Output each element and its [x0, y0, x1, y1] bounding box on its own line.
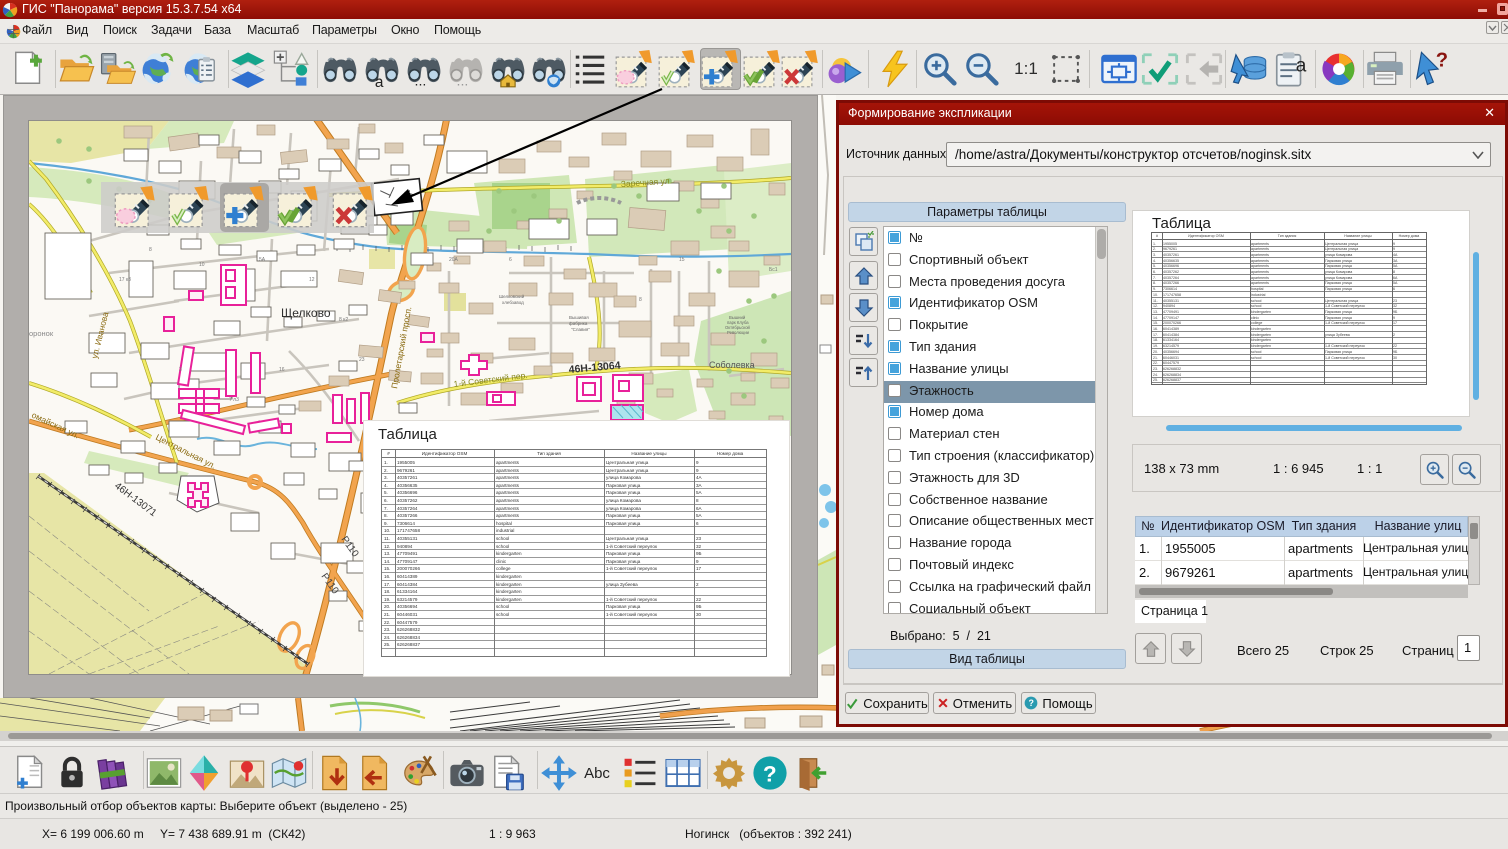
svg-text:"Славия": "Славия" [571, 327, 590, 332]
svg-text:17 к3: 17 к3 [119, 277, 131, 283]
svg-text:Бс1: Бс1 [769, 267, 778, 273]
svg-text:Вышивая: Вышивая [569, 315, 589, 320]
svg-text:фабрика: фабрика [569, 321, 588, 326]
svg-text:8: 8 [149, 247, 152, 253]
svg-text:7 л3: 7 л3 [229, 397, 239, 403]
svg-text:8 к2: 8 к2 [339, 317, 348, 323]
svg-text:?: ? [763, 761, 777, 786]
svg-text:8: 8 [639, 297, 642, 303]
svg-text:15: 15 [679, 257, 685, 263]
svg-text:Соболевка: Соболевка [709, 360, 755, 370]
svg-text:Щелково: Щелково [281, 306, 331, 320]
svg-text:a: a [1296, 55, 1307, 76]
svg-text:?: ? [1029, 698, 1034, 708]
svg-text:12: 12 [309, 277, 315, 283]
svg-text:23: 23 [359, 357, 365, 363]
svg-text:Революции: Революции [727, 330, 750, 335]
svg-text:оронок: оронок [29, 329, 54, 338]
svg-text:5А: 5А [259, 257, 266, 263]
svg-text:Шелковский: Шелковский [499, 293, 525, 299]
svg-text:?: ? [1436, 50, 1448, 72]
svg-text:16: 16 [279, 367, 285, 373]
svg-text:10: 10 [199, 262, 205, 268]
svg-text:3: 3 [179, 367, 182, 373]
svg-text:20А: 20А [449, 257, 459, 263]
svg-text:хлебзавод: хлебзавод [502, 300, 524, 305]
svg-text:6: 6 [509, 257, 512, 263]
svg-text:a: a [375, 74, 384, 88]
